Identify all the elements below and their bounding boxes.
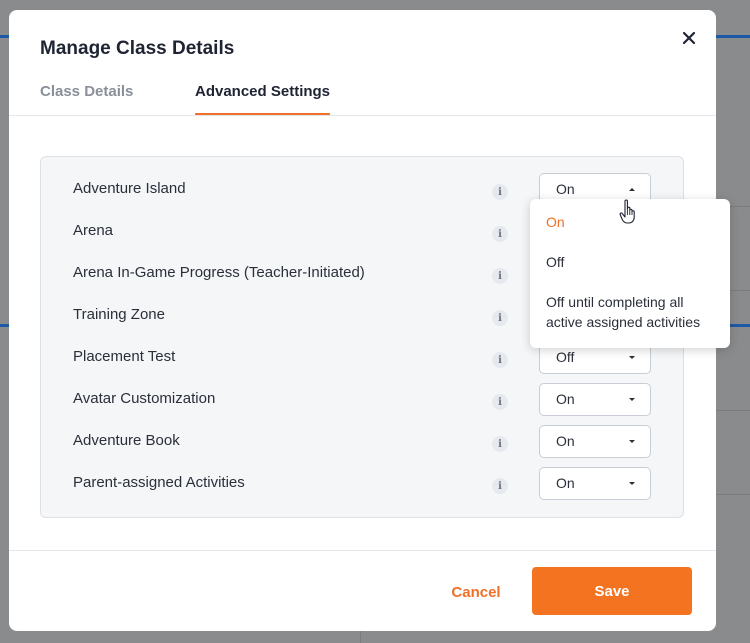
- setting-label: Arena In-Game Progress (Teacher-Initiate…: [73, 264, 365, 281]
- setting-label: Parent-assigned Activities: [73, 474, 245, 491]
- cancel-button[interactable]: Cancel: [432, 568, 520, 616]
- setting-row-adventure-book: Adventure Book i On: [41, 420, 683, 462]
- chevron-up-icon: [629, 188, 635, 191]
- chevron-down-icon: [629, 356, 635, 359]
- setting-label: Adventure Island: [73, 180, 186, 197]
- info-icon[interactable]: i: [492, 478, 508, 494]
- setting-row-avatar-customization: Avatar Customization i On: [41, 378, 683, 420]
- setting-label: Avatar Customization: [73, 390, 216, 407]
- setting-select[interactable]: On: [539, 467, 651, 500]
- setting-select[interactable]: On: [539, 425, 651, 458]
- close-icon: [682, 31, 696, 45]
- select-value: Off: [556, 349, 575, 365]
- tab-class-details[interactable]: Class Details: [40, 83, 133, 116]
- dropdown-option-off-until-completing[interactable]: Off until completing all active assigned…: [546, 292, 716, 332]
- modal-title: Manage Class Details: [40, 38, 235, 59]
- info-icon[interactable]: i: [492, 226, 508, 242]
- background-divider: [360, 631, 361, 643]
- select-value: On: [556, 433, 575, 449]
- setting-label: Training Zone: [73, 306, 165, 323]
- tabs-divider: [9, 115, 716, 116]
- tab-advanced-settings[interactable]: Advanced Settings: [195, 83, 331, 116]
- background-accent-line: [0, 324, 9, 327]
- footer-divider: [9, 550, 716, 551]
- info-icon[interactable]: i: [492, 268, 508, 284]
- info-icon[interactable]: i: [492, 352, 508, 368]
- chevron-down-icon: [629, 440, 635, 443]
- background-accent-line: [716, 35, 750, 38]
- background-divider: [716, 410, 750, 411]
- setting-label: Arena: [73, 222, 114, 239]
- select-value: On: [556, 475, 575, 491]
- hand-pointer-icon: [619, 199, 635, 224]
- save-button[interactable]: Save: [532, 567, 692, 615]
- setting-row-parent-assigned-activities: Parent-assigned Activities i On: [41, 462, 683, 504]
- setting-label: Adventure Book: [73, 432, 180, 449]
- close-button[interactable]: [677, 26, 701, 50]
- select-value: On: [556, 181, 575, 197]
- info-icon[interactable]: i: [492, 436, 508, 452]
- setting-select[interactable]: On: [539, 383, 651, 416]
- setting-label: Placement Test: [73, 348, 176, 365]
- info-icon[interactable]: i: [492, 310, 508, 326]
- background-divider: [716, 494, 750, 495]
- dropdown-option-off[interactable]: Off: [546, 252, 716, 272]
- chevron-down-icon: [629, 398, 635, 401]
- chevron-down-icon: [629, 482, 635, 485]
- select-value: On: [556, 391, 575, 407]
- info-icon[interactable]: i: [492, 394, 508, 410]
- background-accent-line: [0, 35, 9, 38]
- info-icon[interactable]: i: [492, 184, 508, 200]
